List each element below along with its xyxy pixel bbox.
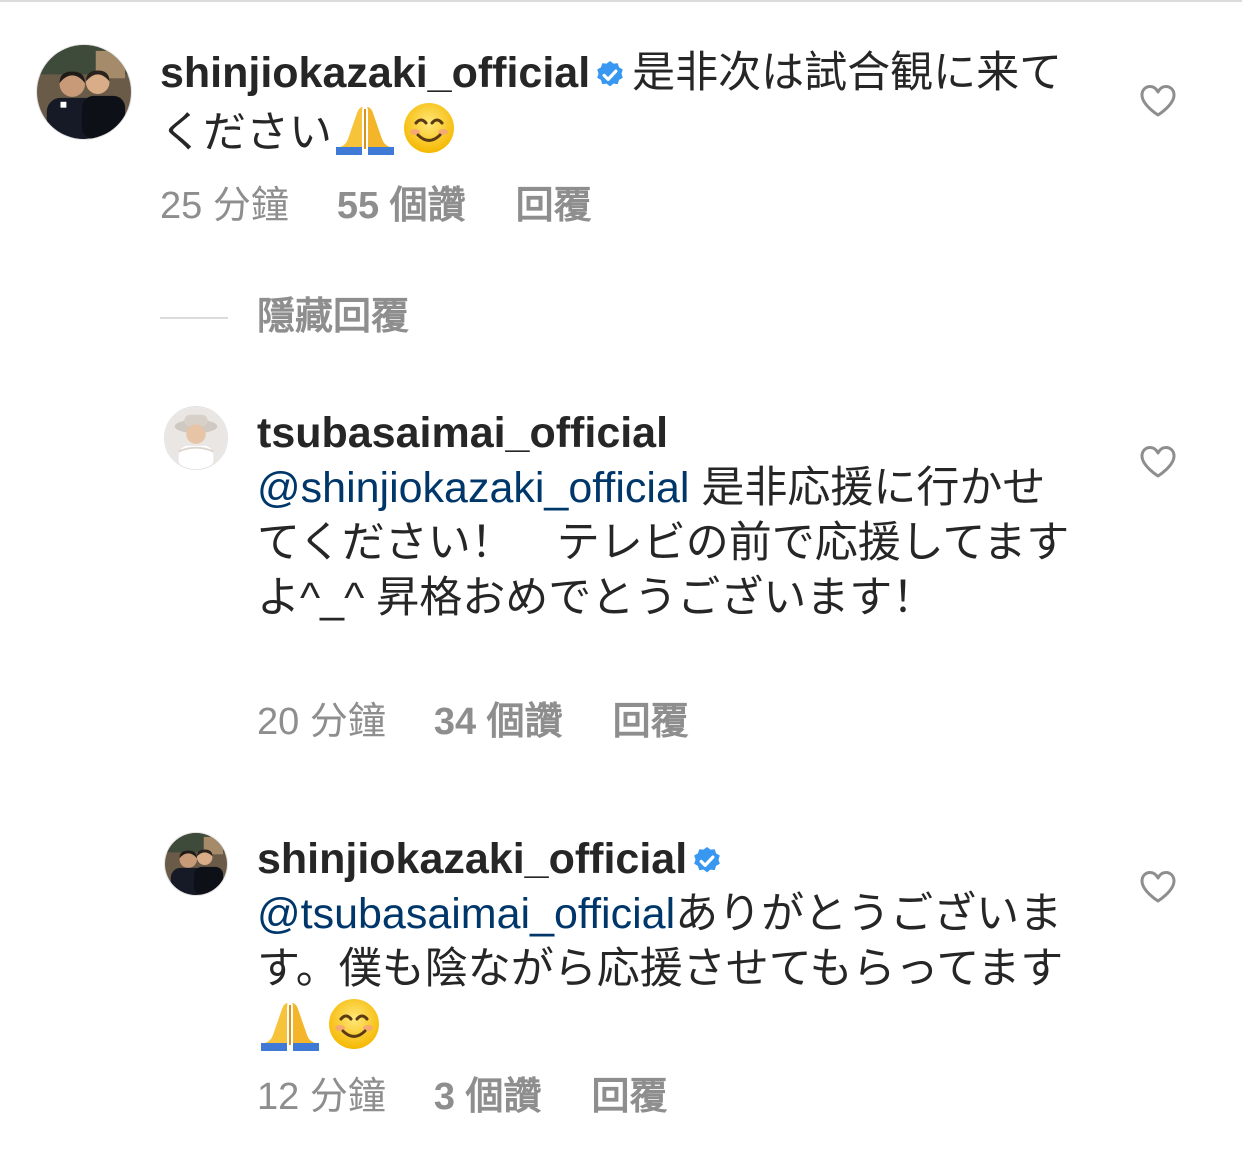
comment-likes[interactable]: 34 個讚 [434,700,563,744]
folded-hands-emoji [261,999,319,1051]
avatar[interactable] [164,832,228,896]
comment-time: 12 分鐘 [257,1076,386,1118]
heart-outline-icon[interactable] [1139,84,1177,118]
reply-button[interactable]: 回覆 [516,184,592,228]
heart-outline-icon[interactable] [1139,870,1177,904]
comment-username[interactable]: tsubasaimai_official [257,409,668,457]
hide-replies-button[interactable]: 隱藏回覆 [257,294,409,340]
comment-text: tsubasaimai_official @shinjiokazaki_offi… [257,406,1077,626]
reply-button[interactable]: 回覆 [613,700,689,744]
comment-likes[interactable]: 3 個讚 [434,1075,542,1119]
folded-hands-emoji [336,103,394,155]
comment-text: shinjiokazaki_official 是非次は試合観に来てください [160,46,1100,161]
comment-time: 25 分鐘 [160,185,289,227]
avatar[interactable] [164,406,228,470]
smiling-face-emoji [402,101,456,155]
comment-likes[interactable]: 55 個讚 [337,184,466,228]
reply-button[interactable]: 回覆 [592,1075,668,1119]
verified-badge-icon [691,845,723,877]
top-divider [0,0,1242,2]
comment-meta: 25 分鐘 55 個讚 回覆 [160,184,592,228]
smiling-face-emoji [327,997,381,1051]
comment-username[interactable]: shinjiokazaki_official [160,49,590,97]
comment-username[interactable]: shinjiokazaki_official [257,835,687,883]
replies-divider [160,317,228,319]
avatar[interactable] [36,44,132,140]
mention-link[interactable]: @shinjiokazaki_official [257,464,689,512]
comment-meta: 20 分鐘 34 個讚 回覆 [257,700,689,744]
verified-badge-icon [594,59,626,91]
comment-time: 20 分鐘 [257,701,386,743]
comment-text: shinjiokazaki_official @tsubasaimai_offi… [257,832,1077,1057]
mention-link[interactable]: @tsubasaimai_official [257,890,675,938]
heart-outline-icon[interactable] [1139,445,1177,479]
comment-meta: 12 分鐘 3 個讚 回覆 [257,1075,668,1119]
